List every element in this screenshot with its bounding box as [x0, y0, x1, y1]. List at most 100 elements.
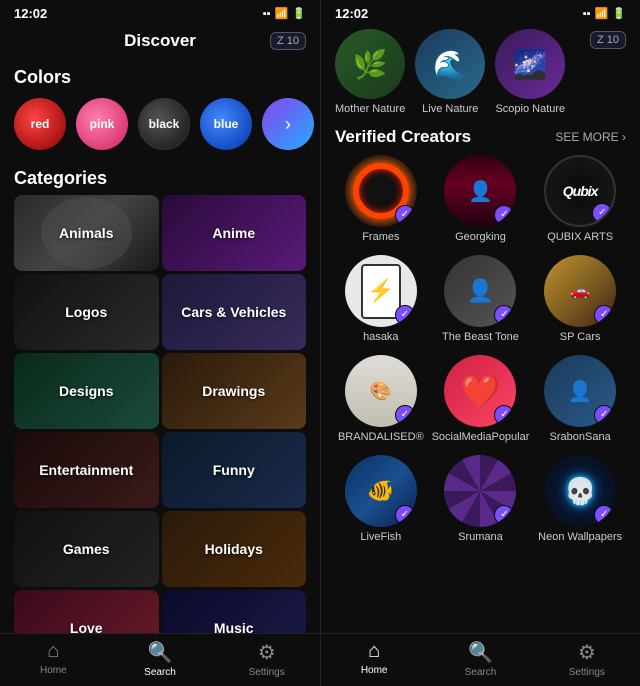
creator-avatar-frames	[345, 155, 417, 227]
category-anime[interactable]: Anime	[162, 195, 307, 271]
creator-brandalised[interactable]: 🎨 BRANDALISED®	[338, 355, 423, 443]
category-logos-label: Logos	[65, 304, 107, 320]
categories-section-label: Categories	[0, 160, 320, 195]
category-animals[interactable]: Animals	[14, 195, 159, 271]
category-drawings-label: Drawings	[202, 383, 265, 399]
right-panel: 12:02 ▪▪ 📶 🔋 🌿 Mother Nature 🌊 Live Natu…	[320, 0, 640, 686]
nav-settings-right[interactable]: ⚙ Settings	[534, 640, 640, 678]
verified-header: Verified Creators SEE MORE ›	[321, 123, 640, 155]
creator-name-frames: Frames	[362, 231, 399, 243]
discover-title: Discover	[124, 31, 196, 51]
creator-avatar-social: ❤️	[444, 355, 516, 427]
creator-srabon[interactable]: 👤 SrabonSana	[538, 355, 623, 443]
category-logos[interactable]: Logos	[14, 274, 159, 350]
category-cars-label: Cars & Vehicles	[181, 304, 286, 320]
search-icon-left: 🔍	[148, 640, 173, 665]
creator-avatar-livefish: 🐠	[345, 455, 417, 527]
nav-settings-left[interactable]: ⚙ Settings	[213, 640, 320, 678]
creator-neon[interactable]: 💀 Neon Wallpapers	[538, 455, 623, 543]
creator-avatar-hasaka: ⚡	[345, 255, 417, 327]
z-badge-right: Z 10	[590, 31, 626, 49]
verified-title: Verified Creators	[335, 127, 471, 147]
creator-srumana[interactable]: Srumana	[438, 455, 523, 543]
nav-home-left[interactable]: ⌂ Home	[0, 640, 107, 678]
category-drawings[interactable]: Drawings	[162, 353, 307, 429]
left-time: 12:02	[14, 6, 47, 21]
creator-beast[interactable]: 👤 The Beast Tone	[438, 255, 523, 343]
creator-avatar-brandalised: 🎨	[345, 355, 417, 427]
creator-name-srabon: SrabonSana	[550, 431, 611, 443]
nav-home-right[interactable]: ⌂ Home	[321, 640, 427, 678]
creator-name-georgking: Georgking	[455, 231, 506, 243]
creator-name-qubix: QUBIX ARTS	[547, 231, 613, 243]
creator-avatar-neon: 💀	[544, 455, 616, 527]
creator-avatar-srumana	[444, 455, 516, 527]
creators-row-3: 🎨 BRANDALISED® ❤️ SocialMediaPopular 👤 S…	[331, 355, 630, 443]
category-anime-label: Anime	[212, 225, 255, 241]
category-cars[interactable]: Cars & Vehicles	[162, 274, 307, 350]
z-badge-left: Z 10	[270, 32, 306, 50]
right-status-bar: 12:02 ▪▪ 📶 🔋	[321, 0, 640, 25]
nature-live[interactable]: 🌊 Live Nature	[415, 29, 485, 115]
category-designs-label: Designs	[59, 383, 113, 399]
nature-mother-label: Mother Nature	[335, 103, 405, 115]
left-bottom-nav: ⌂ Home 🔍 Search ⚙ Settings	[0, 633, 320, 686]
colors-section-label: Colors	[0, 59, 320, 94]
creator-avatar-beast: 👤	[444, 255, 516, 327]
category-holidays[interactable]: Holidays	[162, 511, 307, 587]
category-love-label: Love	[70, 620, 103, 633]
nature-scopio-label: Scopio Nature	[495, 103, 565, 115]
creator-georgking[interactable]: 👤 Georgking	[438, 155, 523, 243]
right-time: 12:02	[335, 6, 368, 21]
nature-live-label: Live Nature	[422, 103, 478, 115]
creator-name-livefish: LiveFish	[360, 531, 401, 543]
creator-name-social: SocialMediaPopular	[432, 431, 530, 443]
nav-search-right[interactable]: 🔍 Search	[427, 640, 533, 678]
right-status-icons: ▪▪ 📶 🔋	[583, 7, 626, 20]
color-pink[interactable]: pink	[76, 98, 128, 150]
category-games[interactable]: Games	[14, 511, 159, 587]
creator-avatar-qubix: Qubix	[544, 155, 616, 227]
left-header: Discover Z 10	[0, 25, 320, 59]
categories-grid: Animals Anime Logos Cars & Vehicles Desi…	[0, 195, 320, 633]
creators-row-4: 🐠 LiveFish Srumana 💀 Neon Wallpapers	[331, 455, 630, 543]
creator-name-spcars: SP Cars	[560, 331, 601, 343]
category-holidays-label: Holidays	[205, 541, 263, 557]
category-designs[interactable]: Designs	[14, 353, 159, 429]
color-red[interactable]: red	[14, 98, 66, 150]
creators-scroll: Frames 👤 Georgking Qubix QUBIX ARTS ⚡	[321, 155, 640, 633]
category-love[interactable]: Love	[14, 590, 159, 633]
creator-name-brandalised: BRANDALISED®	[338, 431, 424, 443]
category-funny[interactable]: Funny	[162, 432, 307, 508]
creators-row-2: ⚡ hasaka 👤 The Beast Tone 🚗 SP Cars	[331, 255, 630, 343]
search-icon-right: 🔍	[468, 640, 493, 665]
category-entertainment-label: Entertainment	[39, 462, 133, 478]
creator-social[interactable]: ❤️ SocialMediaPopular	[438, 355, 523, 443]
nav-search-left[interactable]: 🔍 Search	[107, 640, 214, 678]
home-icon-right: ⌂	[368, 640, 380, 663]
nature-scopio[interactable]: 🌌 Scopio Nature	[495, 29, 565, 115]
color-black[interactable]: black	[138, 98, 190, 150]
creator-spcars[interactable]: 🚗 SP Cars	[538, 255, 623, 343]
creator-hasaka[interactable]: ⚡ hasaka	[338, 255, 423, 343]
category-animals-label: Animals	[59, 225, 113, 241]
creator-avatar-srabon: 👤	[544, 355, 616, 427]
creators-row-1: Frames 👤 Georgking Qubix QUBIX ARTS	[331, 155, 630, 243]
category-entertainment[interactable]: Entertainment	[14, 432, 159, 508]
creator-name-beast: The Beast Tone	[442, 331, 519, 343]
color-more[interactable]: ›	[262, 98, 314, 150]
category-music-label: Music	[214, 620, 254, 633]
see-more-button[interactable]: SEE MORE ›	[555, 130, 626, 144]
creator-livefish[interactable]: 🐠 LiveFish	[338, 455, 423, 543]
category-funny-label: Funny	[213, 462, 255, 478]
settings-icon-right: ⚙	[578, 640, 596, 665]
category-music[interactable]: Music	[162, 590, 307, 633]
nature-row: 🌿 Mother Nature 🌊 Live Nature 🌌 Scopio N…	[321, 25, 640, 123]
creator-frames[interactable]: Frames	[338, 155, 423, 243]
creator-name-srumana: Srumana	[458, 531, 503, 543]
colors-row: red pink black blue ›	[0, 94, 320, 160]
left-panel: 12:02 ▪▪ 📶 🔋 Discover Z 10 Colors red pi…	[0, 0, 320, 686]
creator-qubix[interactable]: Qubix QUBIX ARTS	[538, 155, 623, 243]
nature-mother[interactable]: 🌿 Mother Nature	[335, 29, 405, 115]
color-blue[interactable]: blue	[200, 98, 252, 150]
